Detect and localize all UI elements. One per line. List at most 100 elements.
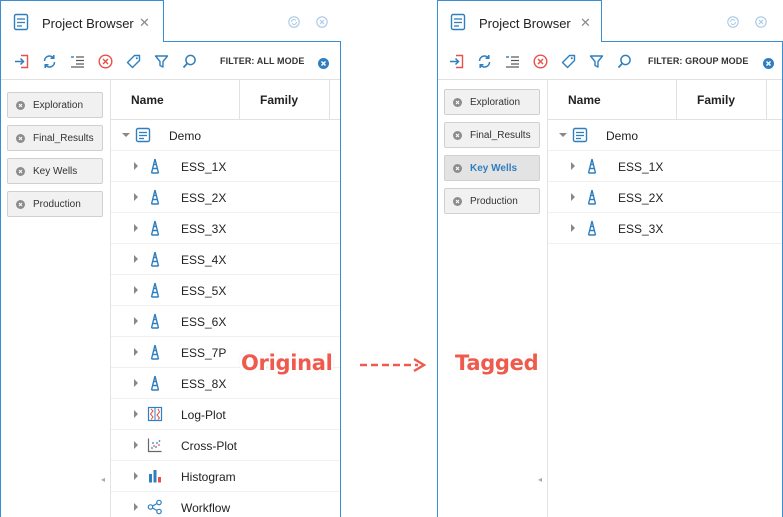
tree-item-label: ESS_6X <box>181 315 227 329</box>
log-plot-icon <box>147 406 163 422</box>
tab-project-browser[interactable]: Project Browser ✕ <box>437 0 602 42</box>
clear-filter-icon[interactable] <box>763 56 774 69</box>
expand-caret-icon[interactable] <box>134 379 138 387</box>
expand-caret-icon[interactable] <box>134 348 138 356</box>
expand-caret-icon[interactable] <box>134 255 138 263</box>
filter-icon[interactable] <box>154 54 169 69</box>
well-derrick-icon <box>584 158 600 174</box>
remove-tag-icon[interactable] <box>16 134 25 143</box>
remove-tag-icon[interactable] <box>453 131 462 140</box>
column-header-family[interactable]: Family <box>260 93 298 107</box>
tree-row[interactable]: Histogram <box>111 461 340 492</box>
collapse-sidebar-icon[interactable]: ◂ <box>538 475 542 484</box>
tree-row[interactable]: ESS_5X <box>111 275 340 306</box>
expand-caret-icon[interactable] <box>571 162 575 170</box>
expand-caret-icon[interactable] <box>134 441 138 449</box>
column-divider[interactable] <box>239 80 240 120</box>
tag-final-results[interactable]: Final_Results <box>444 122 540 148</box>
expand-caret-icon[interactable] <box>134 286 138 294</box>
remove-tag-icon[interactable] <box>16 167 25 176</box>
well-derrick-icon <box>147 251 163 267</box>
tree-row[interactable]: ESS_2X <box>111 182 340 213</box>
project-browser-tagged: Project Browser ✕ FILTER: GROUP MODE Explor… <box>437 0 783 517</box>
search-icon[interactable] <box>617 54 632 69</box>
import-icon[interactable] <box>449 54 464 69</box>
panel-close-icon[interactable] <box>316 15 328 28</box>
restore-icon[interactable] <box>727 15 739 28</box>
remove-tag-icon[interactable] <box>453 164 462 173</box>
tab-project-browser[interactable]: Project Browser ✕ <box>0 0 164 42</box>
tab-title: Project Browser <box>479 16 571 31</box>
tree-item-label: ESS_8X <box>181 377 227 391</box>
tag-label: Production <box>470 196 518 207</box>
tag-key-wells[interactable]: Key Wells <box>7 158 103 184</box>
tree-row[interactable]: ESS_3X <box>548 213 782 244</box>
remove-tag-icon[interactable] <box>16 200 25 209</box>
tree-row[interactable]: ESS_6X <box>111 306 340 337</box>
expand-caret-icon[interactable] <box>134 224 138 232</box>
filter-mode-label: FILTER: ALL MODE <box>220 56 305 66</box>
panel-close-icon[interactable] <box>755 15 767 28</box>
delete-icon[interactable] <box>98 54 113 69</box>
tree-row[interactable]: Cross-Plot <box>111 430 340 461</box>
refresh-icon[interactable] <box>477 54 492 69</box>
tree-row[interactable]: ESS_2X <box>548 182 782 213</box>
search-icon[interactable] <box>182 54 197 69</box>
column-header-family[interactable]: Family <box>697 93 735 107</box>
tree-row[interactable]: ESS_4X <box>111 244 340 275</box>
expand-caret-icon[interactable] <box>571 193 575 201</box>
tree-item-label: ESS_1X <box>181 160 227 174</box>
tree-row[interactable]: Demo <box>111 120 340 151</box>
tree-item-label: Cross-Plot <box>181 439 238 453</box>
tag-exploration[interactable]: Exploration <box>7 92 103 118</box>
delete-icon[interactable] <box>533 54 548 69</box>
tab-close-icon[interactable]: ✕ <box>580 15 591 31</box>
column-header-name[interactable]: Name <box>131 93 164 107</box>
tag-icon[interactable] <box>126 54 141 69</box>
tree-row[interactable]: Log-Plot <box>111 399 340 430</box>
tag-key-wells[interactable]: Key Wells <box>444 155 540 181</box>
column-header-name[interactable]: Name <box>568 93 601 107</box>
column-header-row: Name Family <box>111 80 340 120</box>
tree-row[interactable]: ESS_3X <box>111 213 340 244</box>
tree-row[interactable]: ESS_1X <box>548 151 782 182</box>
collapse-caret-icon[interactable] <box>559 133 567 137</box>
workflow-icon <box>147 499 163 515</box>
remove-tag-icon[interactable] <box>453 197 462 206</box>
tree-row[interactable]: Demo <box>548 120 782 151</box>
tag-production[interactable]: Production <box>7 191 103 217</box>
tag-exploration[interactable]: Exploration <box>444 89 540 115</box>
tag-label: Final_Results <box>33 133 94 144</box>
expand-caret-icon[interactable] <box>571 224 575 232</box>
collapse-sidebar-icon[interactable]: ◂ <box>101 475 105 484</box>
tab-close-icon[interactable]: ✕ <box>139 15 150 31</box>
clear-filter-icon[interactable] <box>318 56 329 69</box>
project-tree: Name Family Demo ESS_1X ESS_2X ESS_3X ESS_4X ES… <box>111 80 340 517</box>
refresh-icon[interactable] <box>42 54 57 69</box>
tag-final-results[interactable]: Final_Results <box>7 125 103 151</box>
expand-caret-icon[interactable] <box>134 317 138 325</box>
filter-icon[interactable] <box>589 54 604 69</box>
tag-icon[interactable] <box>561 54 576 69</box>
tree-row[interactable]: Workflow <box>111 492 340 517</box>
remove-tag-icon[interactable] <box>453 98 462 107</box>
restore-icon[interactable] <box>288 15 300 28</box>
column-header-row: Name Family <box>548 80 782 120</box>
tag-production[interactable]: Production <box>444 188 540 214</box>
import-icon[interactable] <box>14 54 29 69</box>
expand-caret-icon[interactable] <box>134 472 138 480</box>
expand-caret-icon[interactable] <box>134 193 138 201</box>
list-sort-icon[interactable] <box>505 54 520 69</box>
column-divider[interactable] <box>329 80 330 120</box>
collapse-caret-icon[interactable] <box>122 133 130 137</box>
expand-caret-icon[interactable] <box>134 503 138 511</box>
tree-row[interactable]: ESS_1X <box>111 151 340 182</box>
expand-caret-icon[interactable] <box>134 162 138 170</box>
tree-item-label: ESS_5X <box>181 284 227 298</box>
list-sort-icon[interactable] <box>70 54 85 69</box>
expand-caret-icon[interactable] <box>134 410 138 418</box>
column-divider[interactable] <box>766 80 767 120</box>
remove-tag-icon[interactable] <box>16 101 25 110</box>
column-divider[interactable] <box>676 80 677 120</box>
tag-label: Key Wells <box>33 166 78 177</box>
